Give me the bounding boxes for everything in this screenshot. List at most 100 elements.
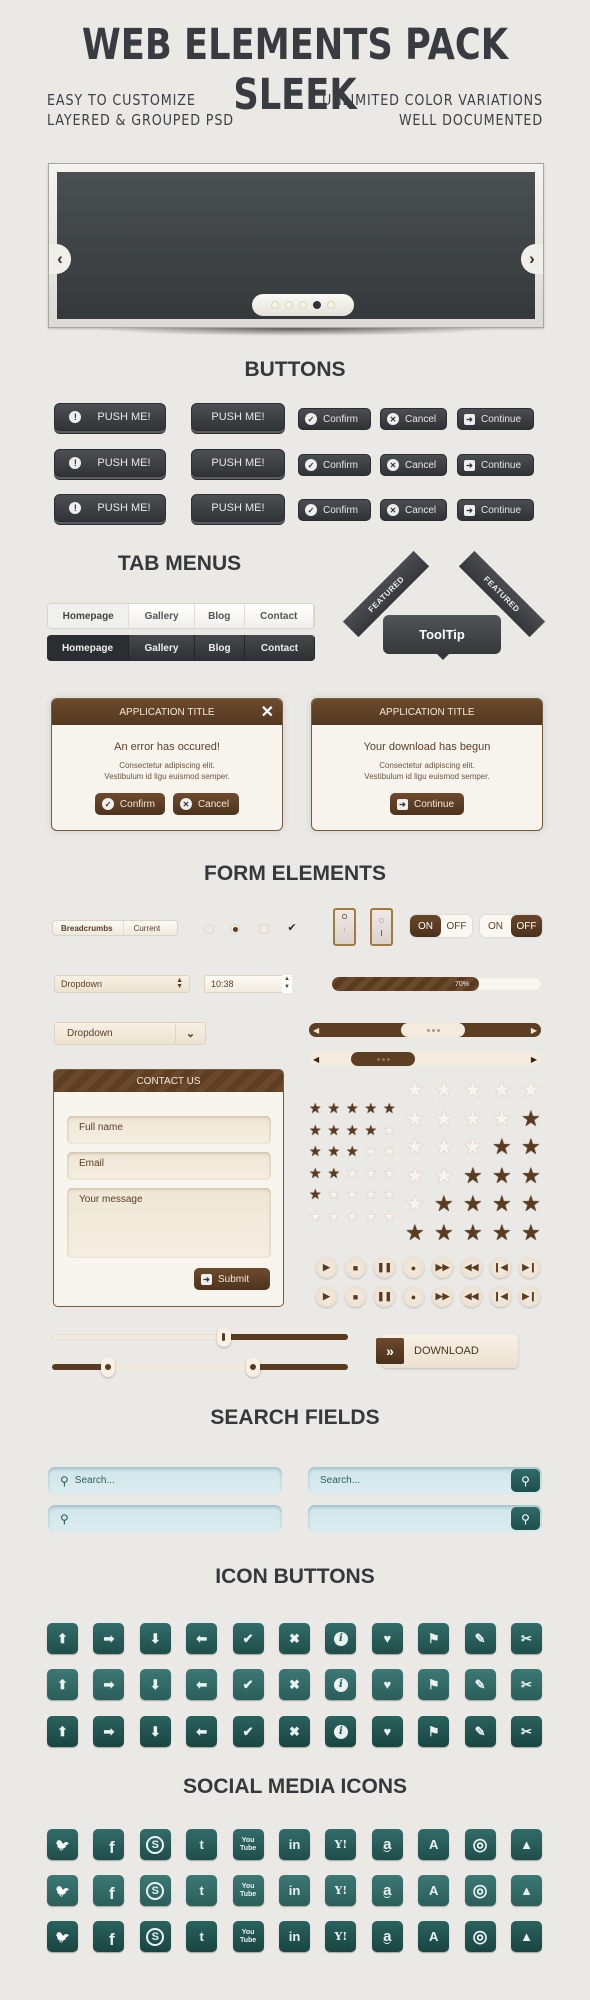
scrollbar-light[interactable]: ◀ ▶ <box>309 1052 541 1066</box>
search-input-button-right[interactable]: Search... ⚲ <box>308 1467 542 1494</box>
close-icon[interactable]: ✕ <box>261 702 274 722</box>
star-empty-icon[interactable]: ★ <box>463 1079 483 1101</box>
forrst-button[interactable]: ▲ <box>511 1875 542 1906</box>
checkbox-checked[interactable]: ✔ <box>287 923 297 934</box>
star-empty-icon[interactable]: ★ <box>383 1144 396 1158</box>
linkedin-button[interactable]: in <box>279 1921 310 1952</box>
app-store-button[interactable]: A <box>418 1921 450 1952</box>
star-filled-icon[interactable]: ★ <box>492 1221 512 1244</box>
forrst-button[interactable]: ▲ <box>511 1921 542 1952</box>
star-filled-icon[interactable]: ★ <box>492 1193 512 1215</box>
arrow-right-button[interactable]: ➡ <box>93 1716 125 1747</box>
confirm-button[interactable]: ✓ Confirm <box>298 454 371 476</box>
facebook-button[interactable]: f <box>93 1921 125 1952</box>
cancel-button[interactable]: ✕ Cancel <box>380 499 447 521</box>
check-button[interactable]: ✔ <box>232 1623 264 1654</box>
push-button-with-icon[interactable]: ! PUSH ME! <box>54 494 166 522</box>
tab-contact[interactable]: Contact <box>245 604 314 628</box>
continue-button[interactable]: ➜ Continue <box>389 793 465 815</box>
star-empty-icon[interactable]: ★ <box>492 1107 512 1130</box>
star-empty-icon[interactable]: ★ <box>463 1136 483 1158</box>
close-button[interactable]: ✖ <box>279 1716 310 1747</box>
confirm-button[interactable]: ✓ Confirm <box>298 408 371 430</box>
star-filled-icon[interactable]: ★ <box>309 1166 322 1180</box>
star-filled-icon[interactable]: ★ <box>405 1221 425 1244</box>
search-input-icon-left[interactable]: ⚲ Search... <box>48 1467 282 1494</box>
star-filled-icon[interactable]: ★ <box>463 1164 483 1187</box>
arrow-up-button[interactable]: ⬆ <box>47 1623 78 1654</box>
facebook-button[interactable]: f <box>93 1829 125 1860</box>
heart-button[interactable]: ♥ <box>371 1716 403 1747</box>
star-filled-icon[interactable]: ★ <box>346 1101 359 1115</box>
star-empty-icon[interactable]: ★ <box>346 1209 359 1223</box>
skip-forward-button[interactable]: ▶❙ <box>519 1257 540 1278</box>
flag-button[interactable]: ⚑ <box>418 1669 450 1700</box>
arrow-up-button[interactable]: ⬆ <box>47 1716 78 1747</box>
edit-button[interactable]: ✎ <box>464 1669 496 1700</box>
skip-back-button[interactable]: ❙◀ <box>490 1257 511 1278</box>
arrow-down-button[interactable]: ⬇ <box>139 1716 171 1747</box>
tab-blog[interactable]: Blog <box>195 604 245 628</box>
skype-button[interactable]: S <box>139 1829 171 1860</box>
search-input-empty-right[interactable]: ⚲ <box>308 1505 542 1532</box>
star-filled-icon[interactable]: ★ <box>328 1166 341 1180</box>
toggle-on[interactable]: ON OFF <box>410 915 472 937</box>
info-button[interactable]: i <box>325 1716 357 1747</box>
fast-forward-button[interactable]: ▶▶ <box>432 1257 453 1278</box>
select-dropdown[interactable]: Dropdown ▲ ▼ <box>54 975 190 993</box>
arrow-down-button[interactable]: ⬇ <box>139 1623 171 1654</box>
dribbble-button[interactable]: ◎ <box>464 1921 496 1952</box>
dribbble-button[interactable]: ◎ <box>464 1875 496 1906</box>
rewind-button[interactable]: ◀◀ <box>461 1257 482 1278</box>
yahoo-button[interactable]: Y! <box>325 1829 357 1860</box>
flag-button[interactable]: ⚑ <box>418 1716 450 1747</box>
continue-button[interactable]: ➜ Continue <box>457 454 534 476</box>
arrow-right-button[interactable]: ➡ <box>93 1623 125 1654</box>
close-button[interactable]: ✖ <box>279 1623 310 1654</box>
record-button[interactable]: ● <box>403 1286 424 1307</box>
star-empty-icon[interactable]: ★ <box>346 1166 359 1180</box>
heart-button[interactable]: ♥ <box>371 1623 403 1654</box>
tools-button[interactable]: ✂ <box>511 1623 542 1654</box>
linkedin-button[interactable]: in <box>279 1829 310 1860</box>
arrow-up-button[interactable]: ⬆ <box>47 1669 78 1700</box>
pause-button[interactable]: ❚❚ <box>374 1286 395 1307</box>
star-empty-icon[interactable]: ★ <box>365 1144 378 1158</box>
push-button[interactable]: PUSH ME! <box>191 449 285 477</box>
play-button[interactable]: ▶ <box>316 1286 337 1307</box>
star-empty-icon[interactable]: ★ <box>405 1193 425 1215</box>
star-empty-icon[interactable]: ★ <box>521 1079 541 1101</box>
star-empty-icon[interactable]: ★ <box>309 1209 322 1223</box>
slider-handle[interactable] <box>216 1327 231 1347</box>
edit-button[interactable]: ✎ <box>464 1716 496 1747</box>
star-filled-icon[interactable]: ★ <box>521 1221 541 1244</box>
tab-homepage[interactable]: Homepage <box>47 635 129 661</box>
radio-checked[interactable] <box>230 924 240 934</box>
star-empty-icon[interactable]: ★ <box>434 1079 454 1101</box>
facebook-button[interactable]: f <box>93 1875 125 1906</box>
star-filled-icon[interactable]: ★ <box>463 1221 483 1244</box>
record-button[interactable]: ● <box>403 1257 424 1278</box>
star-filled-icon[interactable]: ★ <box>521 1164 541 1187</box>
star-empty-icon[interactable]: ★ <box>383 1123 396 1137</box>
play-button[interactable]: ▶ <box>316 1257 337 1278</box>
scroll-thumb[interactable] <box>401 1023 466 1037</box>
star-empty-icon[interactable]: ★ <box>434 1107 454 1130</box>
continue-button[interactable]: ➜ Continue <box>457 408 534 430</box>
tab-gallery[interactable]: Gallery <box>129 635 195 661</box>
star-filled-icon[interactable]: ★ <box>521 1193 541 1215</box>
linkedin-button[interactable]: in <box>279 1875 310 1906</box>
amazon-button[interactable]: a <box>371 1829 403 1860</box>
tab-contact[interactable]: Contact <box>245 635 315 661</box>
edit-button[interactable]: ✎ <box>464 1623 496 1654</box>
youtube-button[interactable]: You Tube <box>232 1921 264 1952</box>
app-store-button[interactable]: A <box>418 1875 450 1906</box>
star-empty-icon[interactable]: ★ <box>383 1187 396 1201</box>
info-button[interactable]: i <box>325 1623 357 1654</box>
star-filled-icon[interactable]: ★ <box>309 1187 322 1201</box>
star-filled-icon[interactable]: ★ <box>365 1101 378 1115</box>
star-filled-icon[interactable]: ★ <box>463 1193 483 1215</box>
arrow-left-button[interactable]: ⬅ <box>186 1669 218 1700</box>
star-empty-icon[interactable]: ★ <box>405 1164 425 1187</box>
range-slider-track[interactable] <box>52 1364 348 1370</box>
